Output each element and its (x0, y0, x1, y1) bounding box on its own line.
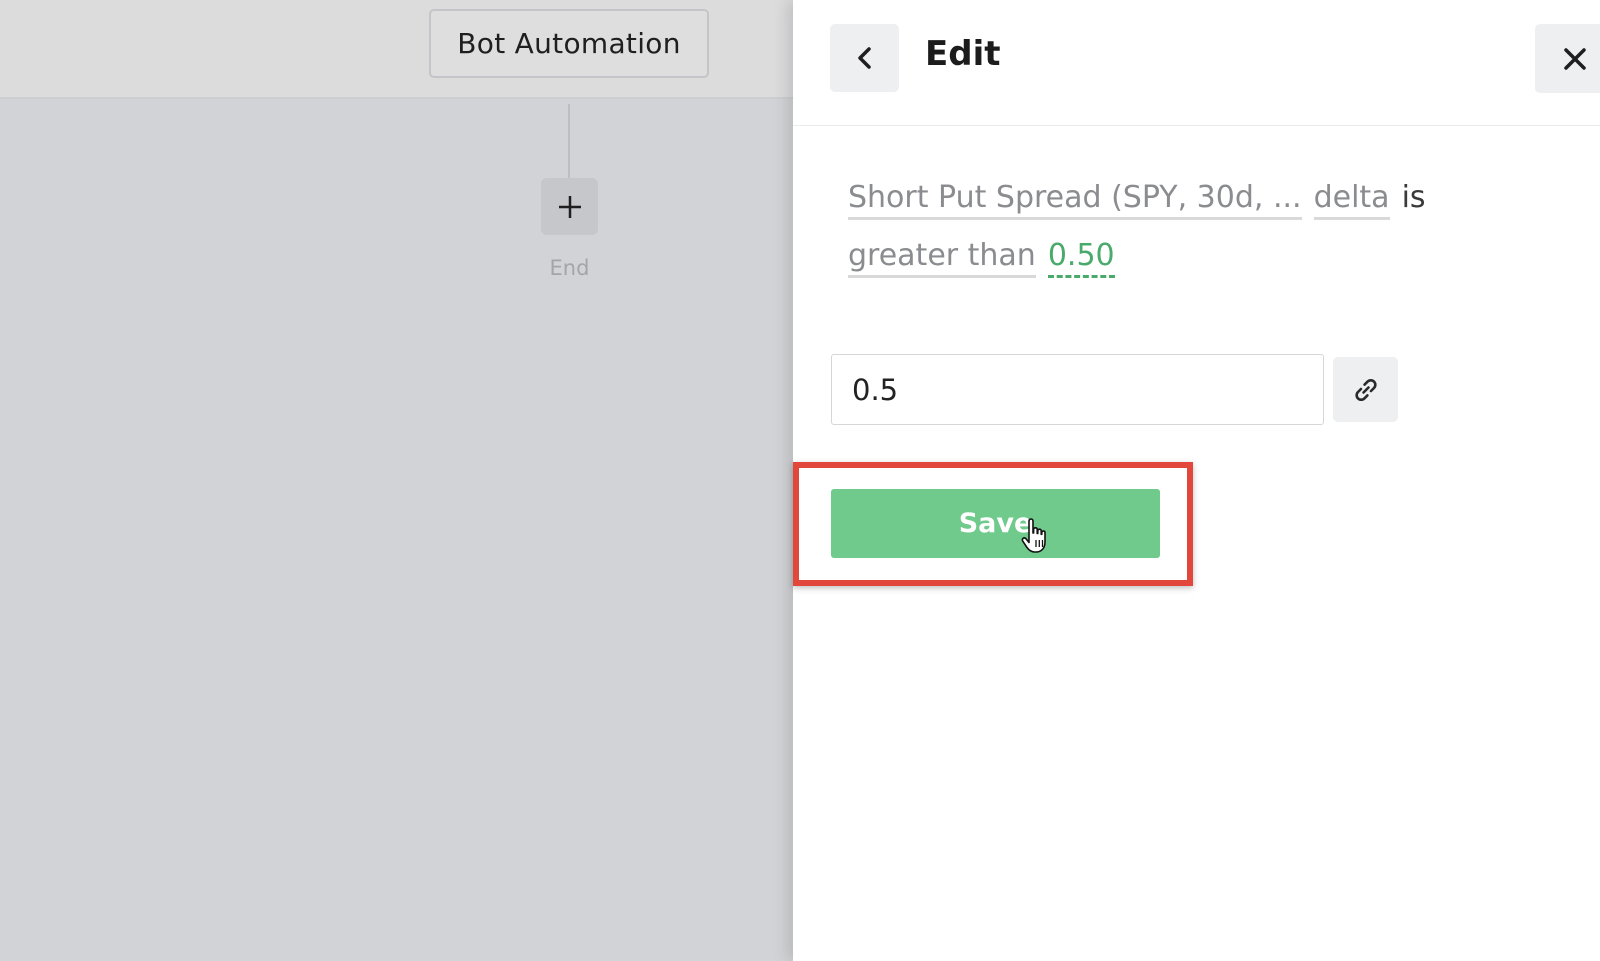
edit-panel: Edit Short Put Spread (SPY, 30d, ... delt… (793, 0, 1600, 961)
hand-cursor-icon (1021, 518, 1046, 553)
condition-operator-token[interactable]: greater than (848, 238, 1036, 278)
chevron-left-icon (857, 47, 871, 69)
condition-line-1: Short Put Spread (SPY, 30d, ... delta is (848, 180, 1426, 220)
panel-title: Edit (925, 34, 1001, 74)
value-input[interactable] (831, 354, 1324, 425)
add-step-button[interactable] (541, 178, 598, 235)
automation-canvas: Bot Automation End (0, 0, 793, 961)
connector-line (568, 104, 570, 178)
condition-verb-text: is (1401, 180, 1426, 215)
plus-icon (558, 195, 581, 218)
panel-header: Edit (793, 0, 1600, 126)
save-button[interactable]: Save (831, 489, 1160, 558)
close-button[interactable] (1535, 24, 1600, 93)
end-label: End (549, 256, 590, 280)
canvas-topbar: Bot Automation (0, 0, 793, 99)
close-icon (1564, 47, 1586, 70)
link-icon (1354, 378, 1377, 401)
link-variable-button[interactable] (1333, 357, 1398, 422)
bot-automation-node[interactable]: Bot Automation (429, 9, 709, 78)
condition-subject-token[interactable]: Short Put Spread (SPY, 30d, ... (848, 180, 1302, 220)
condition-value-token[interactable]: 0.50 (1047, 238, 1115, 278)
back-button[interactable] (830, 24, 899, 92)
condition-line-2: greater than 0.50 (848, 238, 1115, 278)
condition-field-token[interactable]: delta (1313, 180, 1390, 220)
